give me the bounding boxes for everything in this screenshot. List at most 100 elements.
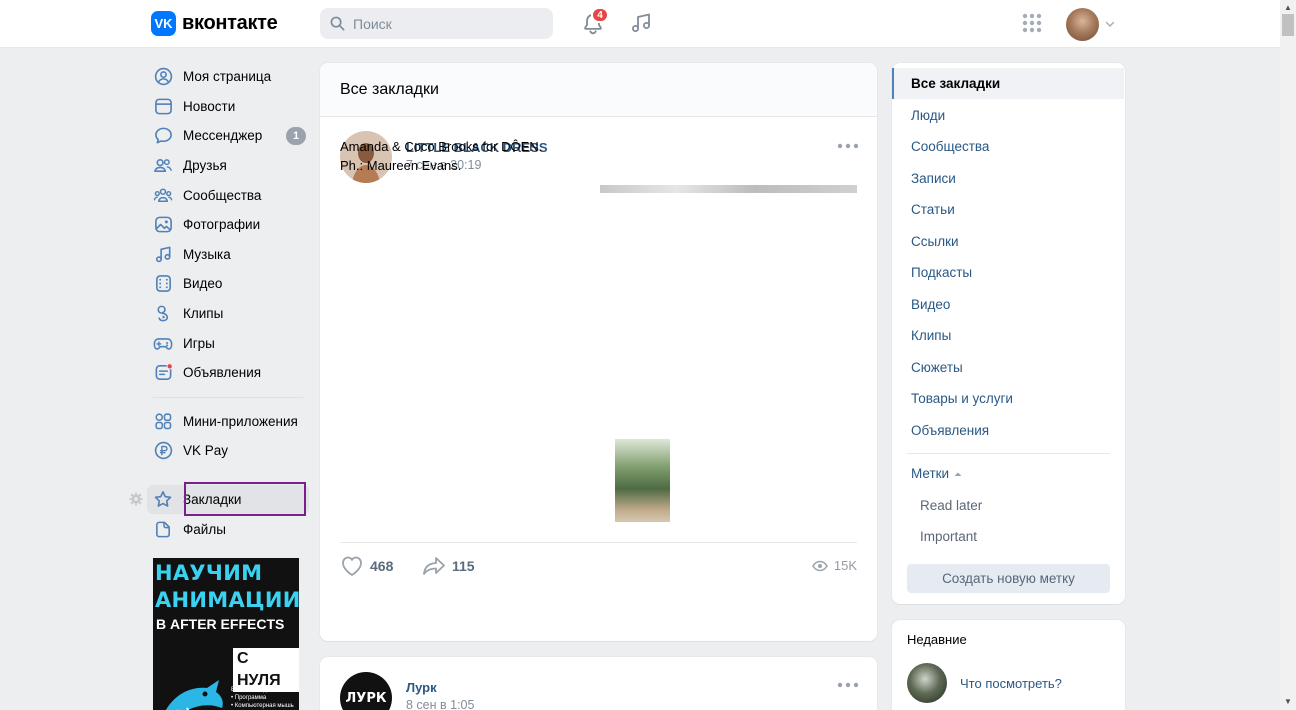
- gamepad-icon: [153, 333, 173, 353]
- more-options-icon[interactable]: [837, 681, 859, 689]
- clips-icon: [153, 304, 173, 324]
- recent-avatar[interactable]: [907, 663, 947, 703]
- sidebar-item-video[interactable]: Видео: [147, 269, 309, 299]
- sidebar-item-clips[interactable]: Клипы: [147, 299, 309, 329]
- filter-links[interactable]: Ссылки: [892, 226, 1124, 257]
- search-icon: [330, 16, 345, 31]
- promo-banner[interactable]: НАУЧИМ АНИМАЦИИ В AFTER EFFECTS С НУЛЯ В…: [153, 558, 299, 710]
- share-button[interactable]: 115: [422, 555, 475, 577]
- recent-title: Недавние: [907, 632, 967, 647]
- avatar-text: ЛУРК: [345, 690, 387, 706]
- vk-logo-icon: VK: [151, 11, 176, 36]
- sidebar-item-my-page[interactable]: Моя страница: [147, 62, 309, 92]
- ruble-icon: [153, 441, 173, 461]
- gear-icon[interactable]: [129, 492, 143, 506]
- sidebar-item-communities[interactable]: Сообщества: [147, 180, 309, 210]
- filter-stories[interactable]: Сюжеты: [892, 352, 1124, 383]
- sidebar-item-bookmarks[interactable]: Закладки: [147, 484, 309, 515]
- sidebar-item-label: Музыка: [183, 246, 231, 262]
- scroll-down-arrow-icon[interactable]: ▼: [1284, 697, 1292, 706]
- sidebar-item-label: Объявления: [183, 365, 262, 381]
- sidebar-item-messenger[interactable]: Мессенджер 1: [147, 121, 309, 151]
- eye-icon: [811, 560, 828, 571]
- create-tag-button[interactable]: Создать новую метку: [907, 564, 1110, 593]
- page-title: Все закладки: [320, 63, 877, 117]
- filter-people[interactable]: Люди: [892, 100, 1124, 131]
- filter-podcasts[interactable]: Подкасты: [892, 257, 1124, 288]
- promo-fine-print: ВАМ ПОНАДОБИТСЯ: • Программа • Компьютер…: [231, 686, 294, 710]
- search-input[interactable]: [353, 15, 533, 32]
- more-options-icon[interactable]: [837, 142, 859, 150]
- newspaper-icon: [153, 96, 173, 116]
- page-scrollbar[interactable]: ▲ ▼: [1280, 0, 1296, 710]
- tag-read-later[interactable]: Read later: [920, 498, 982, 513]
- filter-articles[interactable]: Статьи: [892, 194, 1124, 225]
- sidebar-item-label: VK Pay: [183, 443, 229, 459]
- promo-fine-line: • Компьютерная мышь: [231, 703, 294, 709]
- promo-fine-line: ВАМ ПОНАДОБИТСЯ:: [231, 687, 294, 693]
- sidebar-item-games[interactable]: Игры: [147, 328, 309, 358]
- bookmarks-feed-card: Все закладки LITTLE BLACK DRESS 7 сен в …: [320, 63, 877, 641]
- sidebar-item-label: Игры: [183, 335, 215, 351]
- filter-video[interactable]: Видео: [892, 289, 1124, 320]
- vk-logo[interactable]: VK вконтакте: [151, 11, 278, 36]
- sidebar-item-label: Закладки: [183, 492, 242, 508]
- filter-goods[interactable]: Товары и услуги: [892, 383, 1124, 414]
- user-circle-icon: [153, 67, 173, 87]
- sidebar-item-files[interactable]: Файлы: [147, 514, 309, 544]
- vk-logo-text: вконтакте: [182, 12, 278, 34]
- sidebar-divider: [153, 396, 303, 398]
- friends-icon: [153, 156, 173, 176]
- promo-fine-line: • Программа: [231, 695, 267, 701]
- sidebar-item-label: Мессенджер: [183, 128, 263, 144]
- bookmark-post-card: ЛУРК Лурк 8 сен в 1:05: [320, 657, 877, 710]
- like-button[interactable]: 468: [340, 555, 393, 577]
- sidebar-item-label: Видео: [183, 276, 223, 292]
- music-note-icon: [153, 244, 173, 264]
- promo-headline-2: АНИМАЦИИ: [155, 588, 299, 612]
- notifications-badge: 4: [591, 7, 609, 23]
- post-date[interactable]: 8 сен в 1:05: [406, 698, 474, 710]
- post-image-loading[interactable]: [600, 185, 857, 193]
- views-count: 15K: [833, 558, 857, 573]
- post-image-thumbnail[interactable]: [615, 439, 670, 522]
- ads-icon: [153, 363, 173, 383]
- search-box[interactable]: [320, 8, 553, 39]
- star-icon: [153, 490, 173, 510]
- sidebar-item-label: Моя страница: [183, 69, 272, 85]
- post-text-line: Ph.: Maureen Evans.: [340, 158, 462, 173]
- share-count: 115: [452, 558, 475, 574]
- profile-avatar[interactable]: [1066, 8, 1099, 41]
- dolphin-illustration-icon: [165, 680, 223, 710]
- sidebar-divider: [153, 475, 303, 476]
- file-icon: [153, 519, 173, 539]
- sidebar-item-vk-pay[interactable]: VK Pay: [147, 436, 309, 466]
- chevron-down-icon[interactable]: [1104, 18, 1116, 30]
- music-icon[interactable]: [629, 11, 653, 35]
- post-author-name[interactable]: Лурк: [406, 680, 437, 695]
- sidebar-item-mini-apps[interactable]: Мини-приложения: [147, 407, 309, 437]
- post-author-avatar[interactable]: ЛУРК: [340, 672, 392, 710]
- scroll-thumb[interactable]: [1282, 14, 1294, 36]
- recent-item-link[interactable]: Что посмотреть?: [960, 676, 1062, 691]
- sidebar-item-friends[interactable]: Друзья: [147, 151, 309, 181]
- filter-clips[interactable]: Клипы: [892, 320, 1124, 351]
- sidebar-item-label: Мини-приложения: [183, 413, 298, 429]
- tags-title: Метки: [911, 466, 950, 481]
- caret-up-icon: [954, 472, 962, 476]
- sidebar-item-photos[interactable]: Фотографии: [147, 210, 309, 240]
- filter-all-bookmarks[interactable]: Все закладки: [892, 68, 1124, 99]
- tags-toggle[interactable]: Метки: [911, 466, 963, 481]
- sidebar-item-news[interactable]: Новости: [147, 92, 309, 122]
- messenger-unread-badge: 1: [286, 127, 306, 146]
- communities-icon: [153, 185, 173, 205]
- sidebar-item-label: Фотографии: [183, 217, 261, 233]
- filter-ads[interactable]: Объявления: [892, 415, 1124, 446]
- filter-posts[interactable]: Записи: [892, 163, 1124, 194]
- services-grid-icon[interactable]: [1022, 13, 1042, 33]
- filter-communities[interactable]: Сообщества: [892, 131, 1124, 162]
- tag-important[interactable]: Important: [920, 529, 977, 544]
- sidebar-item-ads[interactable]: Объявления: [147, 358, 309, 388]
- scroll-up-arrow-icon[interactable]: ▲: [1284, 3, 1292, 12]
- sidebar-item-music[interactable]: Музыка: [147, 240, 309, 270]
